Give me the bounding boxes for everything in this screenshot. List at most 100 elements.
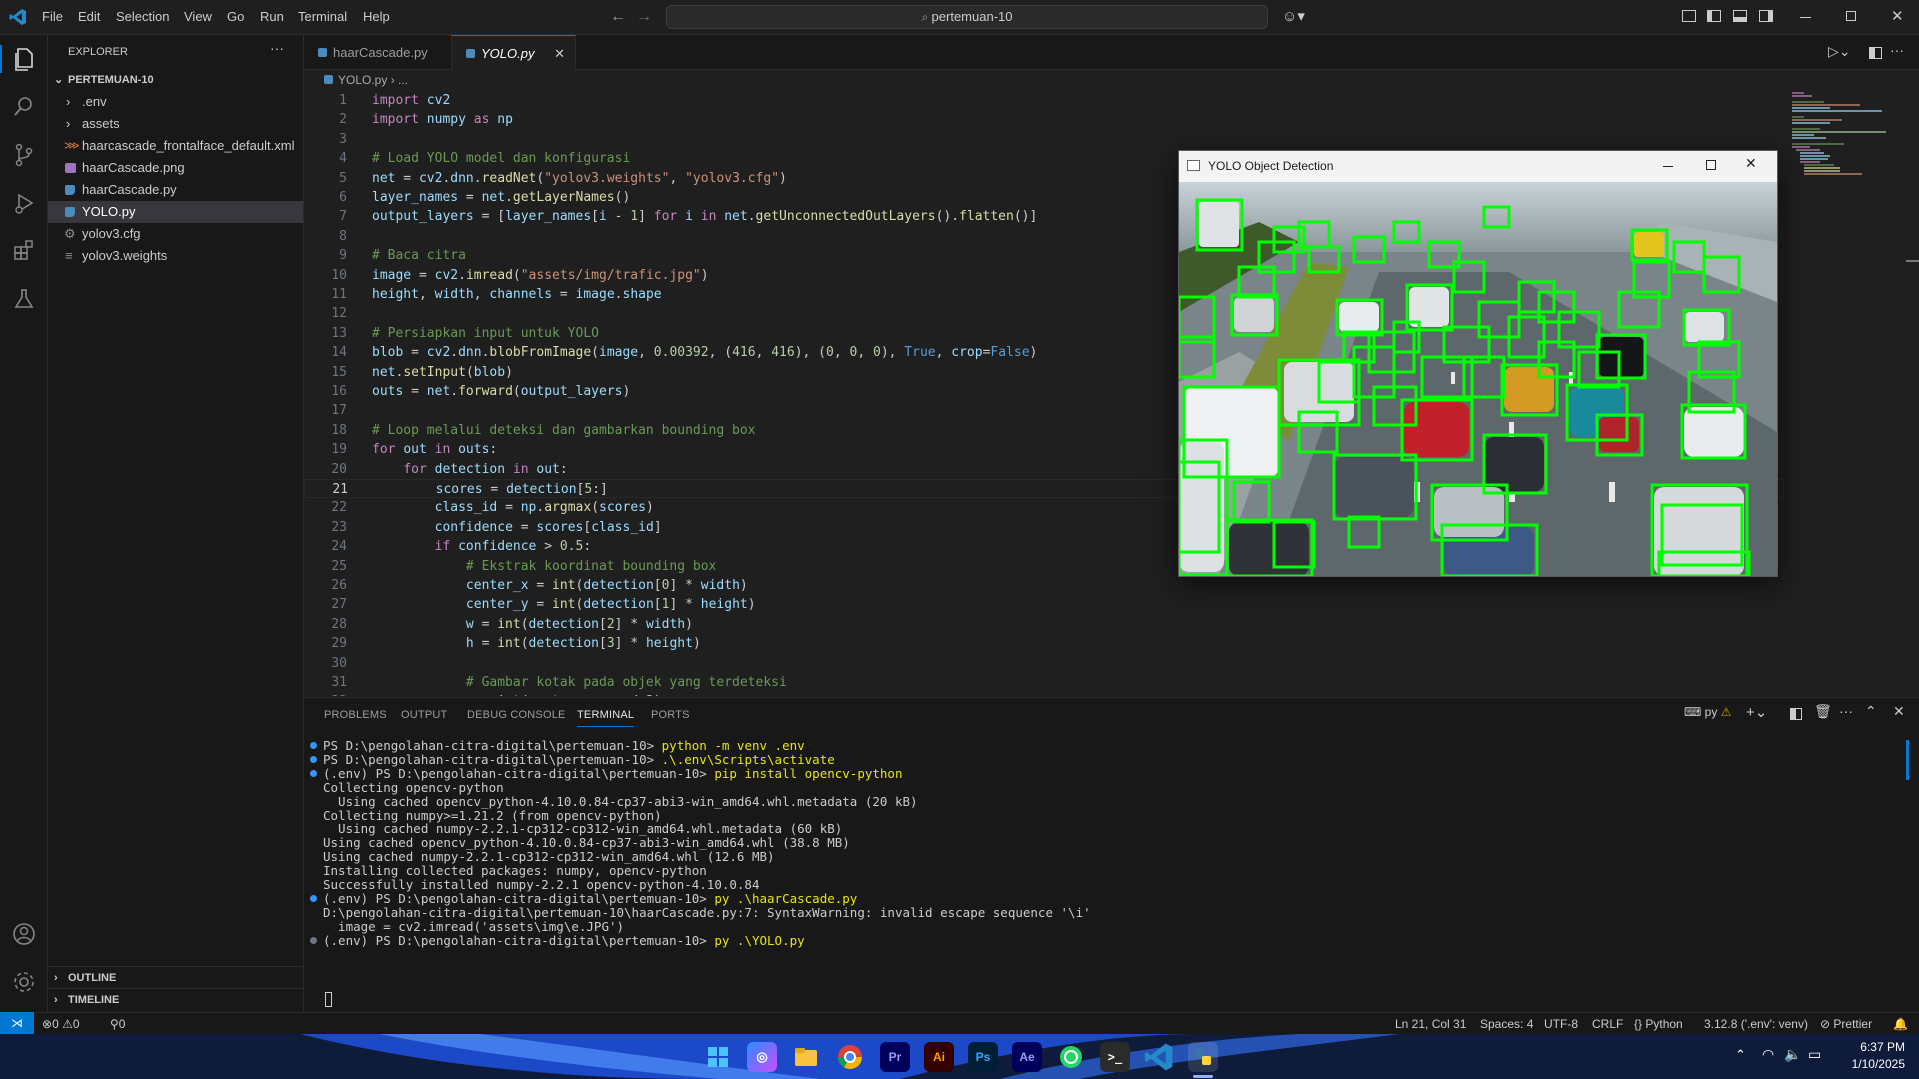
tree-item-haarcascade-xml[interactable]: ⋙ haarcascade_frontalface_default.xml xyxy=(48,135,303,157)
code-line[interactable]: 29 h = int(detection[3] * height) xyxy=(304,634,1784,653)
tab-yolo-py[interactable]: YOLO.py ✕ xyxy=(452,35,576,71)
end-of-line[interactable]: CRLF xyxy=(1592,1017,1623,1031)
tab-terminal[interactable]: TERMINAL xyxy=(577,709,635,727)
command-decoration-icon[interactable] xyxy=(310,894,317,902)
minimize-icon[interactable] xyxy=(1800,17,1811,18)
code-line[interactable]: 27 center_y = int(detection[1] * height) xyxy=(304,595,1784,614)
photoshop-icon[interactable]: Ps xyxy=(968,1042,998,1072)
extensions-icon[interactable] xyxy=(10,237,38,265)
remote-indicator-icon[interactable]: ⋊ xyxy=(0,1012,34,1034)
workspace-folder[interactable]: ⌄ PERTEMUAN-10 xyxy=(48,69,303,91)
tree-item-assets[interactable]: › assets xyxy=(48,113,303,135)
code-line[interactable]: 3 xyxy=(304,130,1784,149)
toggle-secondary-sidebar-icon[interactable] xyxy=(1759,10,1773,22)
tab-problems[interactable]: PROBLEMS xyxy=(324,709,387,721)
code-line[interactable]: 30 xyxy=(304,654,1784,673)
problems-indicator[interactable]: ⊗0 ⚠0 xyxy=(42,1017,80,1031)
yolo-minimize-icon[interactable] xyxy=(1663,166,1673,167)
show-hidden-icons-chevron-icon[interactable]: ⌃ xyxy=(1735,1047,1746,1063)
chrome-icon[interactable] xyxy=(835,1042,865,1072)
run-python-icon[interactable]: ▷⌄ xyxy=(1828,43,1851,60)
close-window-icon[interactable]: ✕ xyxy=(1891,7,1904,25)
python-app-icon[interactable] xyxy=(1188,1042,1218,1072)
ports-indicator[interactable]: ⚲0 xyxy=(110,1017,125,1031)
search-icon[interactable] xyxy=(10,93,38,121)
python-interpreter[interactable]: 3.12.8 ('.env': venv) xyxy=(1704,1017,1808,1031)
whatsapp-icon[interactable] xyxy=(1056,1042,1086,1072)
code-line[interactable]: 2 import numpy as np xyxy=(304,110,1784,129)
command-decoration-icon[interactable] xyxy=(310,936,317,944)
settings-gear-icon[interactable] xyxy=(10,968,38,996)
split-terminal-icon[interactable] xyxy=(1790,708,1802,720)
tab-output[interactable]: OUTPUT xyxy=(401,709,447,721)
maximize-panel-icon[interactable]: ⌃ xyxy=(1865,703,1877,720)
illustrator-icon[interactable]: Ai xyxy=(924,1042,954,1072)
notifications-bell-icon[interactable]: 🔔 xyxy=(1893,1017,1908,1031)
code-line[interactable]: 32 x = int(center_x - w / 2) xyxy=(304,692,1784,696)
menu-help[interactable]: Help xyxy=(363,9,390,24)
code-line[interactable]: 28 w = int(detection[2] * width) xyxy=(304,615,1784,634)
menu-file[interactable]: File xyxy=(42,9,63,24)
account-icon[interactable] xyxy=(10,920,38,948)
back-arrow-icon[interactable]: ← xyxy=(610,8,626,26)
command-center-search[interactable]: ⌕ pertemuan-10 xyxy=(666,5,1268,29)
breadcrumb-rest[interactable]: ... xyxy=(398,73,408,87)
terminal-app-icon[interactable]: >_ xyxy=(1100,1042,1130,1072)
menu-run[interactable]: Run xyxy=(260,9,284,24)
menu-edit[interactable]: Edit xyxy=(78,9,100,24)
file-explorer-icon[interactable] xyxy=(791,1042,821,1072)
tree-item-yolov3-weights[interactable]: ≡ yolov3.weights xyxy=(48,245,303,267)
yolo-detection-window[interactable]: YOLO Object Detection ✕ xyxy=(1178,150,1778,577)
tab-debug-console[interactable]: DEBUG CONSOLE xyxy=(467,709,566,721)
menu-view[interactable]: View xyxy=(184,9,212,24)
copilot-app-icon[interactable]: ◎ xyxy=(747,1042,777,1072)
menu-go[interactable]: Go xyxy=(227,9,244,24)
customize-layout-icon[interactable] xyxy=(1682,10,1696,22)
outline-section[interactable]: › OUTLINE xyxy=(48,966,303,988)
tab-haarcascade-py[interactable]: haarCascade.py xyxy=(304,35,452,70)
tree-item-haarcascade-py[interactable]: haarCascade.py xyxy=(48,179,303,201)
explorer-icon[interactable] xyxy=(10,45,38,73)
code-line[interactable]: 31 # Gambar kotak pada objek yang terdet… xyxy=(304,673,1784,692)
tree-item-env[interactable]: › .env xyxy=(48,91,303,113)
terminal-output[interactable]: PS D:\pengolahan-citra-digital\pertemuan… xyxy=(304,737,1904,1012)
more-actions-icon[interactable]: ··· xyxy=(270,40,284,56)
wifi-icon[interactable]: ◠ xyxy=(1762,1046,1774,1063)
windows-start-icon[interactable] xyxy=(703,1042,733,1072)
tree-item-haarcascade-png[interactable]: haarCascade.png xyxy=(48,157,303,179)
formatter[interactable]: ⊘ Prettier xyxy=(1820,1017,1872,1031)
command-decoration-icon[interactable] xyxy=(310,742,317,749)
after-effects-icon[interactable]: Ae xyxy=(1012,1042,1042,1072)
battery-icon[interactable]: ▭ xyxy=(1808,1046,1821,1063)
source-control-icon[interactable] xyxy=(10,141,38,169)
code-line[interactable]: 1 import cv2 xyxy=(304,91,1784,110)
volume-icon[interactable]: 🔈 xyxy=(1784,1046,1801,1063)
tree-item-yolov3-cfg[interactable]: ⚙ yolov3.cfg xyxy=(48,223,303,245)
premiere-pro-icon[interactable]: Pr xyxy=(880,1042,910,1072)
run-debug-icon[interactable] xyxy=(10,189,38,217)
minimap[interactable] xyxy=(1790,91,1900,181)
yolo-close-icon[interactable]: ✕ xyxy=(1745,155,1757,172)
toggle-panel-icon[interactable] xyxy=(1733,10,1747,22)
trash-icon[interactable]: 🗑 xyxy=(1814,703,1832,720)
clock[interactable]: 6:37 PM 1/10/2025 xyxy=(1845,1040,1905,1071)
menu-terminal[interactable]: Terminal xyxy=(298,9,347,24)
indentation[interactable]: Spaces: 4 xyxy=(1480,1017,1533,1031)
testing-flask-icon[interactable] xyxy=(10,285,38,313)
split-editor-icon[interactable] xyxy=(1869,47,1882,59)
breadcrumb-file[interactable]: YOLO.py xyxy=(338,73,387,87)
command-decoration-icon[interactable] xyxy=(310,769,317,777)
vscode-app-icon[interactable] xyxy=(1144,1042,1174,1072)
editor-scrollbar[interactable] xyxy=(1906,260,1919,262)
close-panel-icon[interactable]: ✕ xyxy=(1893,703,1905,720)
toggle-sidebar-icon[interactable] xyxy=(1707,10,1721,22)
panel-more-actions-icon[interactable]: ··· xyxy=(1839,703,1853,719)
timeline-section[interactable]: › TIMELINE xyxy=(48,988,303,1010)
tab-ports[interactable]: PORTS xyxy=(651,709,690,721)
yolo-maximize-icon[interactable] xyxy=(1706,160,1716,170)
encoding[interactable]: UTF-8 xyxy=(1544,1017,1578,1031)
forward-arrow-icon[interactable]: → xyxy=(636,8,652,26)
cursor-position[interactable]: Ln 21, Col 31 xyxy=(1395,1017,1466,1031)
copilot-icon[interactable]: ☺▾ xyxy=(1282,7,1305,25)
menu-selection[interactable]: Selection xyxy=(116,9,169,24)
